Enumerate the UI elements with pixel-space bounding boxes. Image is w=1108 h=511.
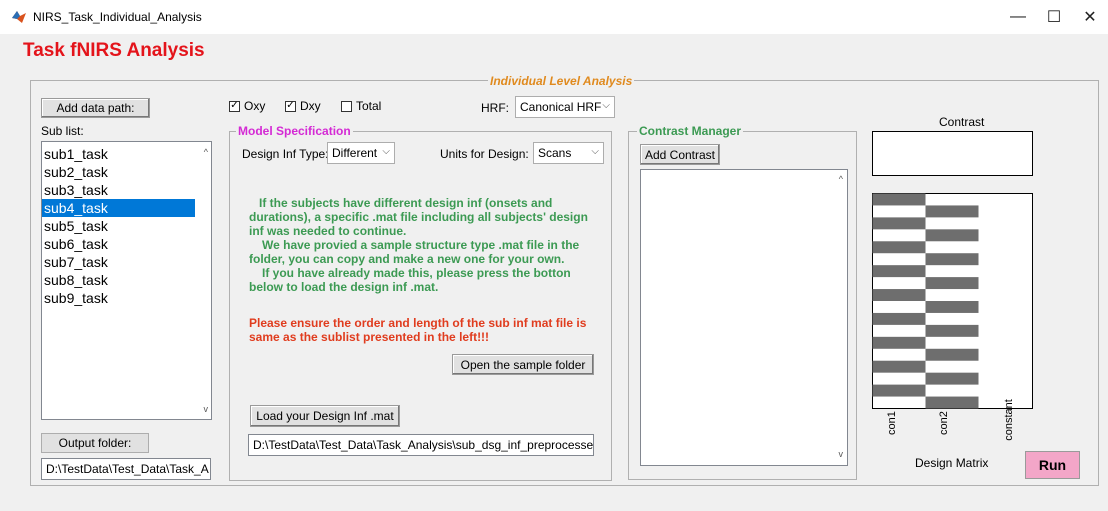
subject-list: sub1_task sub2_task sub3_task sub4_task sub5…: [42, 145, 195, 307]
run-button[interactable]: Run: [1025, 451, 1080, 479]
hrf-label: HRF:: [481, 101, 509, 115]
instruction-line: We have provied a sample structure type …: [262, 238, 580, 252]
design-inf-type-select[interactable]: Different ⌵: [327, 142, 395, 164]
design-matrix-cell: [872, 265, 926, 278]
subject-listbox[interactable]: sub1_task sub2_task sub3_task sub4_task sub5…: [41, 141, 212, 420]
design-matrix-cell: [925, 253, 979, 266]
subject-list-item[interactable]: sub6_task: [42, 235, 195, 253]
scroll-up-icon[interactable]: ^: [839, 174, 843, 184]
design-instructions: If the subjects have different design in…: [249, 196, 604, 294]
contrast-manager-legend: Contrast Manager: [637, 124, 744, 138]
scroll-down-icon[interactable]: v: [839, 449, 844, 459]
chevron-down-icon: ⌵: [591, 146, 599, 157]
design-matrix-cell: [872, 312, 926, 325]
output-folder-field[interactable]: D:\TestData\Test_Data\Task_A: [41, 458, 211, 480]
warning-line: same as the sublist presented in the lef…: [249, 330, 490, 344]
design-matrix-cell: [925, 324, 979, 337]
matlab-app-icon: [12, 11, 26, 23]
scroll-up-icon[interactable]: ^: [204, 147, 208, 157]
design-matrix-cell: [872, 360, 926, 373]
subject-list-item[interactable]: sub5_task: [42, 217, 195, 235]
add-data-path-button[interactable]: Add data path:: [41, 98, 150, 118]
units-design-value: Scans: [538, 146, 572, 160]
chevron-down-icon: ⌵: [382, 146, 390, 157]
design-matrix-cell: [872, 217, 926, 230]
units-design-select[interactable]: Scans ⌵: [533, 142, 604, 164]
hrf-value: Canonical HRF: [520, 100, 602, 114]
dxy-checkbox-row[interactable]: ✓ Dxy: [285, 99, 321, 113]
individual-analysis-legend: Individual Level Analysis: [488, 74, 635, 88]
subject-list-item[interactable]: sub3_task: [42, 181, 195, 199]
design-matrix: [872, 193, 1033, 409]
app-title: Task fNIRS Analysis: [23, 40, 205, 61]
subject-list-item[interactable]: sub2_task: [42, 163, 195, 181]
output-folder-button[interactable]: Output folder:: [41, 433, 149, 453]
close-button[interactable]: ✕: [1068, 2, 1108, 32]
design-matrix-cell: [872, 336, 926, 349]
close-icon: ✕: [1083, 9, 1097, 26]
model-spec-legend: Model Specification: [236, 124, 353, 138]
design-matrix-cell: [925, 229, 979, 242]
total-checkbox[interactable]: [341, 100, 352, 112]
contrast-listbox[interactable]: ^ v: [640, 169, 848, 466]
units-design-label: Units for Design:: [440, 147, 529, 161]
warning-line: Please ensure the order and length of th…: [249, 316, 587, 330]
instruction-line: folder, you can copy and make a new one …: [249, 252, 565, 266]
design-matrix-cell: [925, 205, 979, 218]
design-matrix-cell: [925, 277, 979, 290]
total-label: Total: [356, 99, 382, 113]
design-matrix-cell: [872, 289, 926, 301]
chevron-down-icon: ⌵: [602, 100, 610, 111]
add-contrast-button[interactable]: Add Contrast: [640, 144, 720, 165]
instruction-line: If you have already made this, please pr…: [262, 266, 571, 280]
instruction-line: inf was needed to continue.: [249, 224, 407, 238]
dxy-checkbox[interactable]: ✓: [285, 100, 296, 112]
hrf-select[interactable]: Canonical HRF ⌵: [515, 96, 615, 118]
instruction-line: below to load the design inf .mat.: [249, 280, 439, 294]
minimize-icon: —: [1010, 8, 1026, 25]
oxy-checkbox-row[interactable]: ✓ Oxy: [229, 99, 265, 113]
open-sample-folder-button[interactable]: Open the sample folder: [452, 354, 594, 375]
design-matrix-cell: [872, 241, 926, 254]
design-matrix-cell: [925, 372, 979, 385]
contrast-label: Contrast: [939, 115, 985, 129]
design-inf-type-value: Different: [332, 146, 378, 160]
window-titlebar: NIRS_Task_Individual_Analysis — ☐ ✕: [0, 0, 1108, 34]
design-column-label: con1: [886, 411, 898, 435]
design-matrix-label: Design Matrix: [915, 456, 989, 470]
design-matrix-cell: [872, 384, 926, 397]
oxy-label: Oxy: [244, 99, 266, 113]
design-matrix-cell: [925, 301, 979, 313]
instruction-line: If the subjects have different design in…: [259, 196, 553, 210]
design-inf-type-label: Design Inf Type:: [242, 147, 329, 161]
subject-list-item[interactable]: sub9_task: [42, 289, 195, 307]
subject-list-item[interactable]: sub7_task: [42, 253, 195, 271]
design-matrix-cell: [925, 396, 979, 409]
oxy-checkbox[interactable]: ✓: [229, 100, 240, 112]
design-column-label: con2: [938, 411, 950, 435]
total-checkbox-row[interactable]: Total: [341, 99, 381, 113]
subject-list-item[interactable]: sub8_task: [42, 271, 195, 289]
design-column-label: constant: [1003, 399, 1015, 441]
model-spec-panel: [229, 131, 612, 481]
dxy-label: Dxy: [300, 99, 321, 113]
instruction-line: durations), a specific .mat file includi…: [249, 210, 588, 224]
contrast-display: [872, 131, 1033, 176]
sub-list-label: Sub list:: [41, 124, 84, 138]
design-matrix-cell: [925, 348, 979, 361]
design-matrix-cell: [872, 193, 926, 206]
design-warning: Please ensure the order and length of th…: [249, 316, 604, 344]
maximize-icon: ☐: [1046, 9, 1062, 26]
window-title: NIRS_Task_Individual_Analysis: [33, 10, 202, 24]
load-design-inf-button[interactable]: Load your Design Inf .mat: [250, 405, 400, 427]
subject-list-item[interactable]: sub4_task: [42, 199, 195, 217]
subject-list-item[interactable]: sub1_task: [42, 145, 195, 163]
design-inf-path-field[interactable]: D:\TestData\Test_Data\Task_Analysis\sub_…: [248, 434, 594, 456]
scroll-down-icon[interactable]: v: [204, 404, 209, 414]
